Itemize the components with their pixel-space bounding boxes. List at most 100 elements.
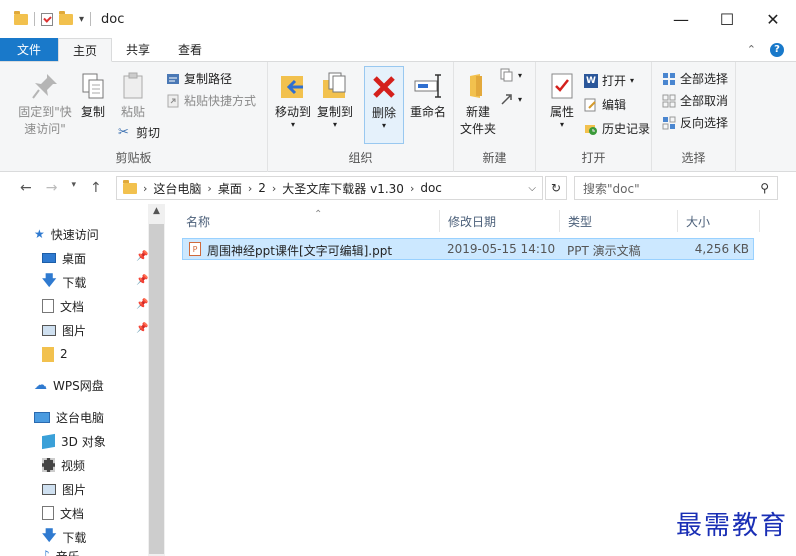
pin-icon	[32, 74, 57, 99]
column-header-type[interactable]: 类型	[560, 210, 678, 232]
search-input[interactable]: 搜索"doc" ⚲	[574, 176, 778, 200]
sidebar-item-pictures-pc[interactable]: 图片	[42, 478, 86, 500]
paste-shortcut-icon	[167, 94, 179, 107]
invert-selection-label: 反向选择	[680, 116, 729, 130]
new-folder-button[interactable]: 新建 文件夹	[458, 70, 498, 138]
pin-icon[interactable]: 📌	[136, 251, 148, 262]
sidebar-scrollbar[interactable]: ▲	[148, 204, 165, 556]
tab-view[interactable]: 查看	[164, 38, 216, 61]
properties-button[interactable]: 属性 ▾	[544, 70, 580, 129]
paste-shortcut-button[interactable]: 粘贴快捷方式	[166, 92, 256, 109]
computer-icon	[34, 411, 50, 423]
sidebar-item-music[interactable]: ♪ 音乐	[42, 548, 80, 556]
sidebar-item-label: 2	[60, 347, 68, 361]
paste-button[interactable]: 粘贴	[116, 70, 150, 121]
sort-ascending-icon: ⌃	[314, 209, 323, 220]
new-folder-label: 新建 文件夹	[459, 105, 496, 136]
chevron-right-icon[interactable]: ›	[410, 182, 414, 195]
file-name: 周围神经ppt课件[文字可编辑].ppt	[207, 244, 393, 258]
rename-button[interactable]: 重命名	[406, 70, 450, 121]
move-to-button[interactable]: 移动到 ▾	[274, 70, 312, 129]
scroll-up-icon[interactable]: ▲	[148, 206, 165, 216]
open-button[interactable]: W 打开 ▾	[584, 72, 634, 89]
ribbon: 固定到"快速访问" 复制 粘贴 复制路径 粘贴快捷方式 ✂ 剪切 剪贴板 移动到…	[0, 62, 796, 172]
copy-button[interactable]: 复制	[76, 70, 110, 121]
group-label-select: 选择	[681, 151, 706, 165]
pin-icon[interactable]: 📌	[136, 275, 148, 286]
chevron-down-icon: ▾	[630, 76, 635, 85]
forward-button[interactable]: →	[46, 180, 58, 196]
refresh-button[interactable]: ↻	[545, 176, 567, 200]
sidebar-item-folder-2[interactable]: 2	[42, 343, 68, 365]
sidebar-item-documents[interactable]: 文档	[42, 295, 84, 317]
divider	[90, 12, 92, 26]
history-button[interactable]: 历史记录	[584, 120, 650, 137]
chevron-down-icon[interactable]: ▾	[79, 14, 84, 25]
copy-to-label: 复制到	[316, 105, 353, 119]
chevron-right-icon[interactable]: ›	[248, 182, 252, 195]
copy-path-button[interactable]: 复制路径	[166, 70, 232, 87]
sidebar-item-desktop[interactable]: 桌面	[42, 247, 86, 269]
easy-access-button[interactable]: ▾	[500, 92, 522, 106]
edit-button[interactable]: 编辑	[584, 96, 626, 113]
breadcrumb-item[interactable]: 大圣文库下载器 v1.30	[282, 180, 404, 197]
invert-selection-button[interactable]: 反向选择	[662, 114, 728, 131]
properties-icon[interactable]	[41, 12, 53, 26]
address-bar[interactable]: › 这台电脑 › 桌面 › 2 › 大圣文库下载器 v1.30 › doc ⌵	[116, 176, 543, 200]
sidebar-item-label: 图片	[62, 482, 87, 497]
new-folder-icon[interactable]	[59, 10, 73, 25]
chevron-down-icon[interactable]: ⌵	[528, 183, 536, 194]
sidebar-item-quick-access[interactable]: ★ 快速访问	[34, 223, 99, 245]
select-all-button[interactable]: 全部选择	[662, 70, 728, 87]
sidebar-item-3d-objects[interactable]: 3D 对象	[42, 430, 106, 452]
sidebar-item-label: 3D 对象	[61, 434, 106, 449]
breadcrumb-item[interactable]: 这台电脑	[153, 180, 201, 197]
breadcrumb-item[interactable]: 桌面	[218, 180, 242, 197]
paste-label: 粘贴	[120, 105, 145, 119]
tab-share[interactable]: 共享	[112, 38, 164, 61]
chevron-right-icon[interactable]: ›	[207, 182, 211, 195]
pin-icon[interactable]: 📌	[136, 299, 148, 310]
column-header-date[interactable]: 修改日期	[440, 210, 560, 232]
cube-icon	[42, 433, 55, 449]
minimize-button[interactable]: —	[658, 0, 704, 38]
move-to-icon	[281, 76, 303, 98]
folder-icon	[42, 346, 54, 362]
tab-file[interactable]: 文件	[0, 38, 58, 61]
select-none-button[interactable]: 全部取消	[662, 92, 728, 109]
back-button[interactable]: ←	[20, 180, 32, 196]
cut-button[interactable]: ✂ 剪切	[118, 124, 160, 141]
sidebar-item-this-pc[interactable]: 这台电脑	[34, 406, 104, 428]
help-icon[interactable]: ?	[770, 42, 784, 57]
folder-icon	[123, 179, 137, 194]
close-button[interactable]: ✕	[750, 0, 796, 38]
invert-selection-icon	[662, 116, 676, 129]
chevron-right-icon[interactable]: ›	[143, 182, 147, 195]
breadcrumb-item[interactable]: doc	[420, 181, 442, 195]
column-header-size[interactable]: 大小	[678, 210, 760, 232]
sidebar-item-label: 视频	[61, 458, 86, 473]
sidebar-item-label: 这台电脑	[56, 410, 105, 425]
tab-home[interactable]: 主页	[58, 38, 113, 62]
sidebar-item-downloads-pc[interactable]: 🡇 下载	[42, 526, 86, 548]
recent-locations-icon[interactable]: ▾	[71, 180, 76, 196]
sidebar-item-downloads[interactable]: 🡇 下载	[42, 271, 86, 293]
column-header-name[interactable]: 名称 ⌃	[178, 209, 440, 232]
table-row[interactable]: P 周围神经ppt课件[文字可编辑].ppt 2019-05-15 14:10 …	[182, 238, 754, 260]
sidebar-item-wps[interactable]: ☁ WPS网盘	[34, 374, 104, 396]
sidebar-item-videos[interactable]: 视频	[42, 454, 85, 476]
maximize-button[interactable]: ☐	[704, 0, 750, 38]
column-label: 名称	[186, 214, 211, 229]
copy-to-button[interactable]: 复制到 ▾	[316, 70, 354, 129]
pin-quick-access-button[interactable]: 固定到"快速访问"	[14, 70, 76, 138]
breadcrumb-item[interactable]: 2	[258, 181, 266, 195]
delete-button[interactable]: 删除 ▾	[364, 66, 404, 144]
sidebar-item-documents-pc[interactable]: 文档	[42, 502, 84, 524]
pin-icon[interactable]: 📌	[136, 323, 148, 334]
up-button[interactable]: ↑	[90, 180, 102, 196]
collapse-ribbon-icon[interactable]: ⌃	[747, 43, 756, 56]
scrollbar-thumb[interactable]	[149, 224, 164, 554]
chevron-right-icon[interactable]: ›	[272, 182, 276, 195]
sidebar-item-pictures[interactable]: 图片	[42, 319, 86, 341]
new-item-button[interactable]: ▾	[500, 68, 522, 82]
